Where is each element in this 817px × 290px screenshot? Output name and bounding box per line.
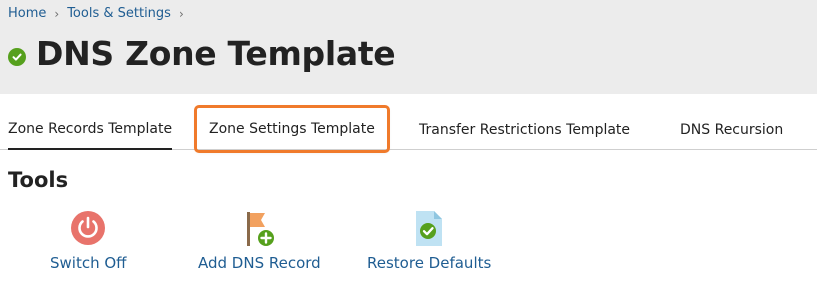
breadcrumb-tools-settings-link[interactable]: Tools & Settings — [67, 6, 171, 21]
tab-transfer-restrictions-template[interactable]: Transfer Restrictions Template — [419, 110, 630, 150]
tab-bar: Zone Records Template Zone Settings Temp… — [0, 105, 817, 153]
switch-off-button[interactable]: Switch Off — [50, 208, 127, 272]
status-check-icon — [8, 47, 26, 66]
tab-dns-recursion[interactable]: DNS Recursion — [680, 110, 783, 150]
flag-add-icon — [241, 208, 277, 248]
switch-off-label: Switch Off — [50, 254, 127, 272]
restore-defaults-label: Restore Defaults — [367, 254, 492, 272]
tab-zone-settings-template[interactable]: Zone Settings Template — [194, 105, 390, 153]
power-icon — [70, 208, 106, 248]
title-row: DNS Zone Template — [8, 34, 396, 73]
document-check-icon — [411, 208, 447, 248]
breadcrumb-separator: › — [54, 6, 60, 21]
breadcrumb: Home › Tools & Settings › — [8, 6, 192, 21]
tools-heading: Tools — [8, 168, 69, 192]
breadcrumb-home-link[interactable]: Home — [8, 6, 46, 21]
page-header: Home › Tools & Settings › DNS Zone Templ… — [0, 0, 817, 94]
add-dns-record-label: Add DNS Record — [198, 254, 321, 272]
tab-zone-records-template[interactable]: Zone Records Template — [8, 110, 173, 150]
restore-defaults-button[interactable]: Restore Defaults — [367, 208, 491, 272]
breadcrumb-separator: › — [178, 6, 184, 21]
page-title: DNS Zone Template — [36, 34, 396, 73]
add-dns-record-button[interactable]: Add DNS Record — [198, 208, 321, 272]
